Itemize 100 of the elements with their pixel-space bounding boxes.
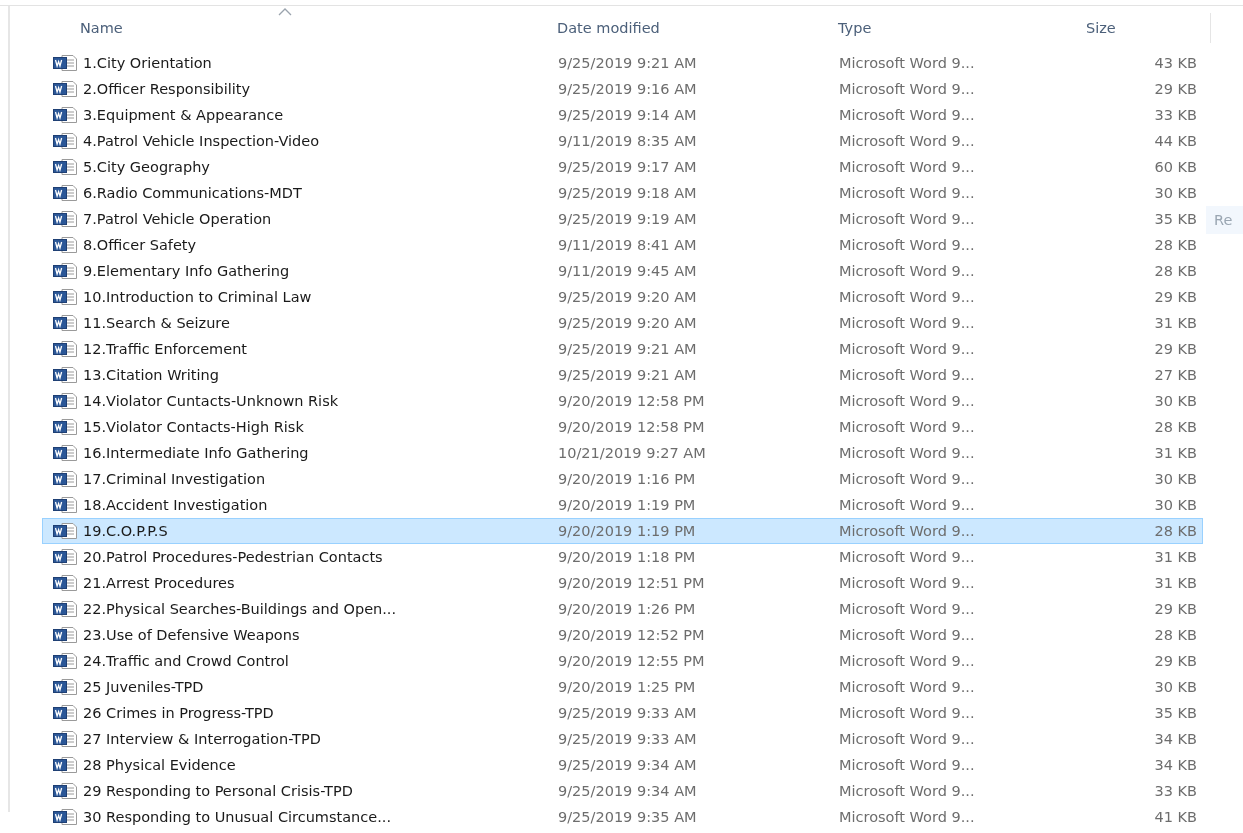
file-row[interactable]: 3.Equipment & Appearance 9/25/2019 9:14 AM Microsoft Word 9... 33 KB bbox=[42, 102, 1203, 128]
file-type: Microsoft Word 9... bbox=[839, 159, 976, 175]
file-type: Microsoft Word 9... bbox=[839, 523, 976, 539]
file-size: 29 KB bbox=[1153, 653, 1198, 669]
file-size: 28 KB bbox=[1153, 419, 1198, 435]
word-document-icon bbox=[53, 341, 77, 357]
file-size: 31 KB bbox=[1153, 445, 1198, 461]
date-modified: 9/25/2019 9:18 AM bbox=[558, 185, 698, 201]
word-document-icon bbox=[53, 133, 77, 149]
word-document-icon bbox=[53, 783, 77, 799]
file-row[interactable]: 27 Interview & Interrogation-TPD 9/25/2019 9:33 AM Microsoft Word 9... 34 KB bbox=[42, 726, 1203, 752]
file-name: 7.Patrol Vehicle Operation bbox=[83, 211, 272, 227]
file-row[interactable]: 13.Citation Writing 9/25/2019 9:21 AM Microsoft Word 9... 27 KB bbox=[42, 362, 1203, 388]
file-name: 10.Introduction to Criminal Law bbox=[83, 289, 312, 305]
file-size: 30 KB bbox=[1153, 185, 1198, 201]
file-row[interactable]: 24.Traffic and Crowd Control 9/20/2019 12:55 PM Microsoft Word 9... 29 KB bbox=[42, 648, 1203, 674]
column-header[interactable]: Size bbox=[1068, 13, 1211, 43]
file-row[interactable]: 28 Physical Evidence 9/25/2019 9:34 AM Microsoft Word 9... 34 KB bbox=[42, 752, 1203, 778]
file-type: Microsoft Word 9... bbox=[839, 211, 976, 227]
date-modified: 10/21/2019 9:27 AM bbox=[558, 445, 707, 461]
file-size: 35 KB bbox=[1153, 705, 1198, 721]
file-row[interactable]: 9.Elementary Info Gathering 9/11/2019 9:45 AM Microsoft Word 9... 28 KB bbox=[42, 258, 1203, 284]
file-row[interactable]: 18.Accident Investigation 9/20/2019 1:19 PM Microsoft Word 9... 30 KB bbox=[42, 492, 1203, 518]
file-type: Microsoft Word 9... bbox=[839, 315, 976, 331]
file-size: 60 KB bbox=[1153, 159, 1198, 175]
file-name: 18.Accident Investigation bbox=[83, 497, 268, 513]
file-type: Microsoft Word 9... bbox=[839, 731, 976, 747]
file-name: 28 Physical Evidence bbox=[83, 757, 236, 773]
word-document-icon bbox=[53, 211, 77, 227]
date-modified: 9/20/2019 12:58 PM bbox=[558, 393, 706, 409]
file-size: 28 KB bbox=[1153, 523, 1198, 539]
date-modified: 9/25/2019 9:21 AM bbox=[558, 341, 698, 357]
file-row[interactable]: 15.Violator Contacts-High Risk 9/20/2019 12:58 PM Microsoft Word 9... 28 KB bbox=[42, 414, 1203, 440]
word-document-icon bbox=[53, 107, 77, 123]
file-size: 28 KB bbox=[1153, 237, 1198, 253]
file-row[interactable]: 16.Intermediate Info Gathering 10/21/2019 9:27 AM Microsoft Word 9... 31 KB bbox=[42, 440, 1203, 466]
date-modified: 9/20/2019 1:19 PM bbox=[558, 497, 697, 513]
file-name: 19.C.O.P.P.S bbox=[83, 523, 168, 539]
file-type: Microsoft Word 9... bbox=[839, 705, 976, 721]
file-row[interactable]: 11.Search & Seizure 9/25/2019 9:20 AM Microsoft Word 9... 31 KB bbox=[42, 310, 1203, 336]
file-size: 30 KB bbox=[1153, 679, 1198, 695]
date-modified: 9/25/2019 9:14 AM bbox=[558, 107, 698, 123]
file-row[interactable]: 19.C.O.P.P.S 9/20/2019 1:19 PM Microsoft Word 9... 28 KB bbox=[42, 518, 1203, 544]
file-row[interactable]: 30 Responding to Unusual Circumstance... 9/25/2019 9:35 AM Microsoft Word 9... 41 KB bbox=[42, 804, 1203, 830]
sort-ascending-icon bbox=[277, 8, 292, 16]
file-name: 23.Use of Defensive Weapons bbox=[83, 627, 300, 643]
file-type: Microsoft Word 9... bbox=[839, 627, 976, 643]
file-name: 8.Officer Safety bbox=[83, 237, 197, 253]
file-row[interactable]: 4.Patrol Vehicle Inspection-Video 9/11/2019 8:35 AM Microsoft Word 9... 44 KB bbox=[42, 128, 1203, 154]
file-row[interactable]: 26 Crimes in Progress-TPD 9/25/2019 9:33 AM Microsoft Word 9... 35 KB bbox=[42, 700, 1203, 726]
file-size: 28 KB bbox=[1153, 627, 1198, 643]
column-header[interactable]: Type bbox=[838, 6, 1068, 50]
file-row[interactable]: 23.Use of Defensive Weapons 9/20/2019 12:52 PM Microsoft Word 9... 28 KB bbox=[42, 622, 1203, 648]
column-header[interactable]: Name bbox=[42, 6, 557, 50]
file-size: 29 KB bbox=[1153, 81, 1198, 97]
file-size: 27 KB bbox=[1153, 367, 1198, 383]
file-row[interactable]: 14.Violator Cuntacts-Unknown Risk 9/20/2019 12:58 PM Microsoft Word 9... 30 KB bbox=[42, 388, 1203, 414]
file-row[interactable]: 29 Responding to Personal Crisis-TPD 9/25/2019 9:34 AM Microsoft Word 9... 33 KB bbox=[42, 778, 1203, 804]
column-header[interactable]: Date modified bbox=[557, 6, 838, 50]
date-modified: 9/25/2019 9:16 AM bbox=[558, 81, 698, 97]
file-row[interactable]: 17.Criminal Investigation 9/20/2019 1:16 PM Microsoft Word 9... 30 KB bbox=[42, 466, 1203, 492]
file-row[interactable]: 22.Physical Searches-Buildings and Open... 9/20/2019 1:26 PM Microsoft Word 9... 29 KB bbox=[42, 596, 1203, 622]
date-modified: 9/20/2019 12:51 PM bbox=[558, 575, 706, 591]
file-size: 34 KB bbox=[1153, 757, 1198, 773]
file-row[interactable]: 12.Traffic Enforcement 9/25/2019 9:21 AM Microsoft Word 9... 29 KB bbox=[42, 336, 1203, 362]
file-type: Microsoft Word 9... bbox=[839, 653, 976, 669]
word-document-icon bbox=[53, 471, 77, 487]
word-document-icon bbox=[53, 419, 77, 435]
file-row[interactable]: 6.Radio Communications-MDT 9/25/2019 9:18 AM Microsoft Word 9... 30 KB bbox=[42, 180, 1203, 206]
file-row[interactable]: 2.Officer Responsibility 9/25/2019 9:16 AM Microsoft Word 9... 29 KB bbox=[42, 76, 1203, 102]
file-row[interactable]: 21.Arrest Procedures 9/20/2019 12:51 PM Microsoft Word 9... 31 KB bbox=[42, 570, 1203, 596]
word-document-icon bbox=[53, 523, 77, 539]
file-name: 2.Officer Responsibility bbox=[83, 81, 251, 97]
date-modified: 9/25/2019 9:20 AM bbox=[558, 289, 698, 305]
file-row[interactable]: 5.City Geography 9/25/2019 9:17 AM Microsoft Word 9... 60 KB bbox=[42, 154, 1203, 180]
file-row[interactable]: 10.Introduction to Criminal Law 9/25/2019 9:20 AM Microsoft Word 9... 29 KB bbox=[42, 284, 1203, 310]
file-type: Microsoft Word 9... bbox=[839, 601, 976, 617]
file-name: 13.Citation Writing bbox=[83, 367, 219, 383]
file-type: Microsoft Word 9... bbox=[839, 341, 976, 357]
file-row[interactable]: 7.Patrol Vehicle Operation 9/25/2019 9:19 AM Microsoft Word 9... 35 KB bbox=[42, 206, 1203, 232]
file-name: 20.Patrol Procedures-Pedestrian Contacts bbox=[83, 549, 383, 565]
word-document-icon bbox=[53, 367, 77, 383]
file-row[interactable]: 20.Patrol Procedures-Pedestrian Contacts 9/20/2019 1:18 PM Microsoft Word 9... 31 KB bbox=[42, 544, 1203, 570]
file-row[interactable]: 8.Officer Safety 9/11/2019 8:41 AM Microsoft Word 9... 28 KB bbox=[42, 232, 1203, 258]
word-document-icon bbox=[53, 263, 77, 279]
file-size: 29 KB bbox=[1153, 601, 1198, 617]
word-document-icon bbox=[53, 497, 77, 513]
file-row[interactable]: 1.City Orientation 9/25/2019 9:21 AM Microsoft Word 9... 43 KB bbox=[42, 50, 1203, 76]
file-name: 16.Intermediate Info Gathering bbox=[83, 445, 309, 461]
file-size: 28 KB bbox=[1153, 263, 1198, 279]
file-size: 33 KB bbox=[1153, 107, 1198, 123]
file-size: 31 KB bbox=[1153, 549, 1198, 565]
date-modified: 9/25/2019 9:21 AM bbox=[558, 367, 698, 383]
file-type: Microsoft Word 9... bbox=[839, 185, 976, 201]
word-document-icon bbox=[53, 601, 77, 617]
word-document-icon bbox=[53, 55, 77, 71]
file-size: 31 KB bbox=[1153, 315, 1198, 331]
date-modified: 9/20/2019 1:16 PM bbox=[558, 471, 697, 487]
date-modified: 9/20/2019 1:26 PM bbox=[558, 601, 697, 617]
file-row[interactable]: 25 Juveniles-TPD 9/20/2019 1:25 PM Microsoft Word 9... 30 KB bbox=[42, 674, 1203, 700]
